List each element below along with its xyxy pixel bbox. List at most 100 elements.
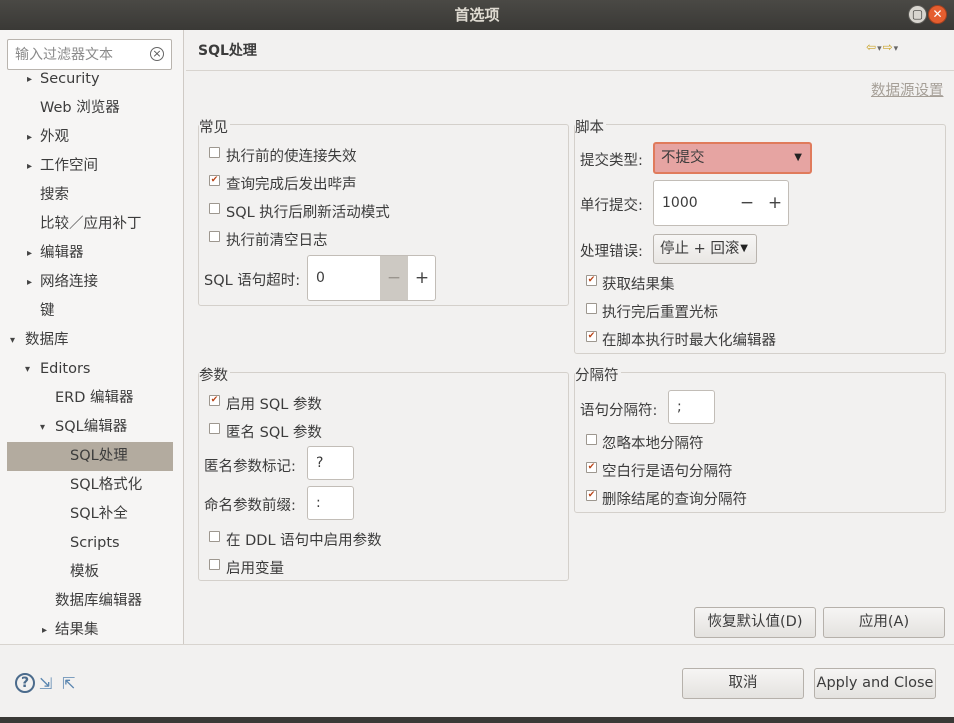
tree-item[interactable]: 数据库编辑器 bbox=[0, 587, 184, 616]
remove-trailing-delimiter-checkbox[interactable] bbox=[586, 490, 597, 501]
close-button[interactable]: ✕ bbox=[928, 5, 947, 24]
tree-item-label: Scripts bbox=[70, 535, 120, 551]
timeout-value[interactable]: 0 bbox=[316, 256, 325, 300]
maximize-editor-label: 在脚本执行时最大化编辑器 bbox=[602, 333, 776, 349]
anonymous-sql-params-label: 匿名 SQL 参数 bbox=[226, 425, 322, 441]
tree-item[interactable]: ▸ 网络连接 bbox=[0, 268, 184, 297]
enable-variables-label: 启用变量 bbox=[226, 561, 284, 577]
tree-item[interactable]: 模板 bbox=[0, 558, 184, 587]
tree-item-label: Security bbox=[40, 71, 100, 87]
expanded-arrow-icon[interactable]: ▾ bbox=[10, 326, 15, 355]
reset-cursor-checkbox[interactable] bbox=[586, 303, 597, 314]
anon-marker-label: 匿名参数标记: bbox=[204, 459, 296, 475]
tree-item-label: 键 bbox=[40, 303, 55, 319]
delimiter-group-title: 分隔符 bbox=[575, 364, 621, 385]
preferences-tree: ▸ Security Web 浏览器 ▸ 外观 ▸ 工作空间 搜索 比较／应用补丁 ▸ 编辑器 ▸ 网络… bbox=[0, 42, 184, 644]
dropdown-caret-icon: ▼ bbox=[794, 152, 802, 163]
tree-item[interactable]: 比较／应用补丁 bbox=[0, 210, 184, 239]
tree-item-label: 外观 bbox=[40, 129, 69, 145]
tree-item[interactable]: SQL补全 bbox=[0, 500, 184, 529]
help-icon[interactable]: ? bbox=[15, 673, 35, 693]
tree-item-label: 搜索 bbox=[40, 187, 69, 203]
tree-item[interactable]: ▾ SQL编辑器 bbox=[0, 413, 184, 442]
timeout-increment-button[interactable]: + bbox=[408, 256, 436, 300]
tree-item[interactable]: ▸ Security bbox=[0, 65, 184, 94]
ignore-native-delimiter-checkbox[interactable] bbox=[586, 434, 597, 445]
invalidate-connection-checkbox[interactable] bbox=[209, 147, 220, 158]
import-icon[interactable]: ⇲ bbox=[39, 674, 52, 693]
commit-lines-increment-button[interactable]: + bbox=[762, 181, 788, 225]
clear-log-label: 执行前清空日志 bbox=[226, 233, 328, 249]
tree-item[interactable]: 搜索 bbox=[0, 181, 184, 210]
collapsed-arrow-icon[interactable]: ▸ bbox=[42, 616, 47, 644]
expanded-arrow-icon[interactable]: ▾ bbox=[25, 355, 30, 384]
statement-delimiter-input[interactable]: ; bbox=[668, 390, 715, 424]
blank-line-delimiter-checkbox[interactable] bbox=[586, 462, 597, 473]
restore-defaults-button[interactable]: 恢复默认值(D) bbox=[694, 607, 816, 638]
named-prefix-label: 命名参数前缀: bbox=[204, 498, 296, 514]
tree-item[interactable]: ▸ 编辑器 bbox=[0, 239, 184, 268]
tree-item[interactable]: ▾ 数据库 bbox=[0, 326, 184, 355]
commit-type-select[interactable]: 不提交 ▼ bbox=[653, 142, 812, 174]
common-group-title: 常见 bbox=[199, 116, 230, 137]
apply-button[interactable]: 应用(A) bbox=[823, 607, 945, 638]
tree-item[interactable]: Web 浏览器 bbox=[0, 94, 184, 123]
clear-log-checkbox[interactable] bbox=[209, 231, 220, 242]
page-nav: ⇦▾⇨▾ bbox=[866, 40, 899, 54]
blank-line-delimiter-label: 空白行是语句分隔符 bbox=[602, 464, 733, 480]
expanded-arrow-icon[interactable]: ▾ bbox=[40, 413, 45, 442]
fetch-resultsets-label: 获取结果集 bbox=[602, 277, 675, 293]
tree-item-label: 数据库 bbox=[25, 332, 69, 348]
collapsed-arrow-icon[interactable]: ▸ bbox=[27, 152, 32, 181]
collapsed-arrow-icon[interactable]: ▸ bbox=[27, 239, 32, 268]
tree-item-label: SQL处理 bbox=[70, 448, 128, 464]
collapsed-arrow-icon[interactable]: ▸ bbox=[27, 123, 32, 152]
commit-lines-label: 单行提交: bbox=[580, 198, 643, 214]
export-icon[interactable]: ⇱ bbox=[62, 674, 75, 693]
error-handling-select[interactable]: 停止 + 回滚 ▼ bbox=[653, 234, 757, 264]
commit-type-value: 不提交 bbox=[661, 150, 705, 166]
datasource-settings-link[interactable]: 数据源设置 bbox=[871, 79, 944, 100]
cancel-button[interactable]: 取消 bbox=[682, 668, 804, 699]
tree-item[interactable]: SQL处理 bbox=[7, 442, 173, 471]
collapsed-arrow-icon[interactable]: ▸ bbox=[27, 65, 32, 94]
anon-marker-input[interactable]: ? bbox=[307, 446, 354, 480]
tree-item[interactable]: ▸ 工作空间 bbox=[0, 152, 184, 181]
collapsed-arrow-icon[interactable]: ▸ bbox=[27, 268, 32, 297]
tree-item[interactable]: ERD 编辑器 bbox=[0, 384, 184, 413]
window-titlebar: 首选项 bbox=[0, 0, 954, 30]
forward-arrow-icon[interactable]: ⇨ bbox=[883, 40, 894, 54]
window-title: 首选项 bbox=[454, 6, 500, 24]
page-title: SQL处理 bbox=[198, 43, 257, 59]
tree-item[interactable]: 键 bbox=[0, 297, 184, 326]
fetch-resultsets-checkbox[interactable] bbox=[586, 275, 597, 286]
tree-item-label: 比较／应用补丁 bbox=[40, 216, 142, 232]
tree-item-label: 数据库编辑器 bbox=[55, 593, 142, 609]
named-prefix-input[interactable]: : bbox=[307, 486, 354, 520]
commit-lines-value[interactable]: 1000 bbox=[662, 181, 698, 225]
enable-variables-checkbox[interactable] bbox=[209, 559, 220, 570]
ddl-params-checkbox[interactable] bbox=[209, 531, 220, 542]
tree-item-label: 结果集 bbox=[55, 622, 99, 638]
view-menu-icon[interactable]: ▾ bbox=[894, 44, 900, 54]
maximize-button[interactable]: ▢ bbox=[908, 5, 927, 24]
tree-item-label: SQL补全 bbox=[70, 506, 128, 522]
tree-item[interactable]: ▸ 外观 bbox=[0, 123, 184, 152]
maximize-editor-checkbox[interactable] bbox=[586, 331, 597, 342]
apply-and-close-button[interactable]: Apply and Close bbox=[814, 668, 936, 699]
refresh-schema-checkbox[interactable] bbox=[209, 203, 220, 214]
tree-item-label: SQL编辑器 bbox=[55, 419, 128, 435]
timeout-decrement-button[interactable]: − bbox=[380, 256, 408, 300]
enable-sql-params-label: 启用 SQL 参数 bbox=[226, 397, 322, 413]
tree-item[interactable]: ▾ Editors bbox=[0, 355, 184, 384]
tree-item[interactable]: ▸ 结果集 bbox=[0, 616, 184, 644]
commit-lines-decrement-button[interactable]: − bbox=[734, 181, 760, 225]
anonymous-sql-params-checkbox[interactable] bbox=[209, 423, 220, 434]
back-arrow-icon[interactable]: ⇦ bbox=[866, 40, 877, 54]
tree-item-label: 编辑器 bbox=[40, 245, 84, 261]
tree-item[interactable]: SQL格式化 bbox=[0, 471, 184, 500]
tree-item[interactable]: Scripts bbox=[0, 529, 184, 558]
enable-sql-params-checkbox[interactable] bbox=[209, 395, 220, 406]
ddl-params-label: 在 DDL 语句中启用参数 bbox=[226, 533, 382, 549]
beep-checkbox[interactable] bbox=[209, 175, 220, 186]
